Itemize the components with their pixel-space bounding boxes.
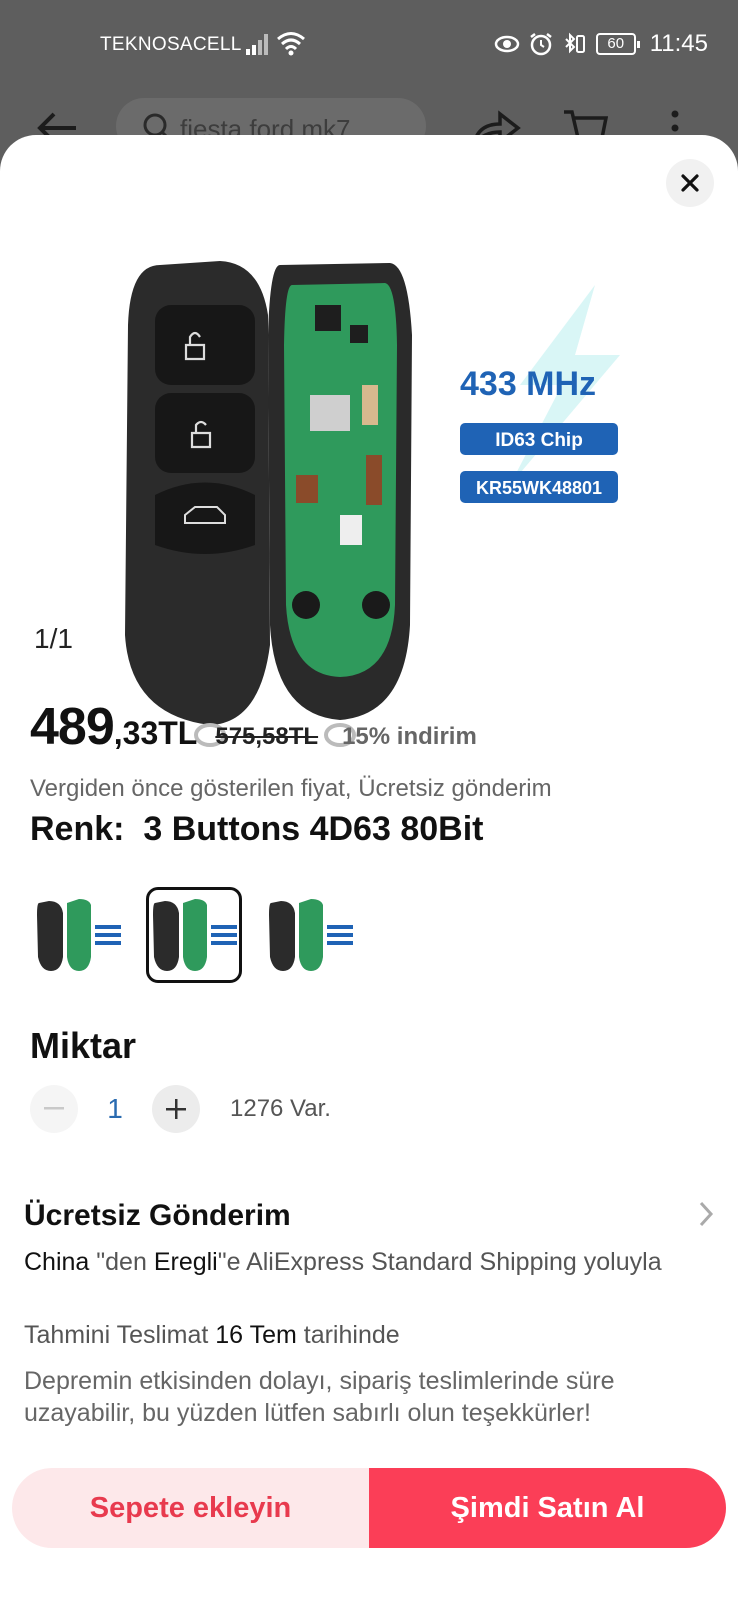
sku-selector-sheet: 433 MHz ID63 Chip KR55WK48801 1/1 489 ,3… (0, 135, 738, 1600)
delivery-date: 16 Tem (215, 1321, 297, 1349)
quantity-value[interactable]: 1 (78, 1093, 152, 1125)
shipping-sep-2: "e AliExpress Standard Shipping yoluyla (217, 1248, 662, 1276)
chip-label: ID63 Chip (495, 430, 583, 451)
battery-level: 60 (607, 35, 625, 52)
stock-count: 1276 Var. (230, 1095, 331, 1122)
delivery-suffix: tarihinde (296, 1321, 400, 1349)
plus-icon (166, 1099, 186, 1119)
minus-icon (44, 1107, 64, 1110)
variant-options (30, 887, 358, 983)
variant-thumbnail (269, 899, 353, 971)
quantity-title: Miktar (30, 1025, 137, 1066)
variant-option-2[interactable] (146, 887, 242, 983)
close-button[interactable] (666, 159, 714, 207)
original-price: 575,58TL (215, 723, 319, 750)
chevron-right-icon[interactable] (696, 1199, 716, 1229)
color-value: 3 Buttons 4D63 80Bit (143, 810, 484, 848)
delivery-prefix: Tahmini Teslimat (24, 1321, 216, 1349)
tax-note: Vergiden önce gösterilen fiyat, Ücretsiz… (30, 775, 552, 802)
quantity-stepper: 1 1276 Var. (30, 1085, 331, 1133)
frequency-label: 433 MHz (460, 365, 596, 403)
shipping-title[interactable]: Ücretsiz Gönderim (24, 1199, 291, 1233)
add-to-cart-button[interactable]: Sepete ekleyin (12, 1468, 369, 1548)
clock: 11:45 (649, 30, 708, 57)
selected-color: Renk: 3 Buttons 4D63 80Bit (30, 810, 483, 849)
discount-badge: 15% indirim (342, 723, 477, 750)
close-icon (681, 174, 699, 192)
color-label: Renk: (30, 810, 125, 848)
variant-thumbnail (153, 899, 237, 971)
wifi-icon (277, 32, 305, 56)
delivery-estimate: Tahmini Teslimat 16 Tem tarihinde (24, 1321, 400, 1350)
delay-notice: Depremin etkisinden dolayı, sipariş tesl… (24, 1367, 615, 1427)
status-bar: TEKNOSACELL 60 11:45 (0, 0, 738, 92)
carrier-name: TEKNOSACELL (100, 34, 242, 55)
decrease-quantity-button[interactable] (30, 1085, 78, 1133)
model-label: KR55WK48801 (476, 478, 602, 498)
variant-option-3[interactable] (262, 887, 358, 983)
shipping-route: China "den Eregli"e AliExpress Standard … (24, 1247, 674, 1278)
bluetooth-vibrate-icon (565, 32, 585, 54)
increase-quantity-button[interactable] (152, 1085, 200, 1133)
price-decimal: ,33TL (113, 715, 198, 751)
variant-thumbnail (37, 899, 121, 971)
variant-option-1[interactable] (30, 887, 126, 983)
image-counter: 1/1 (34, 623, 73, 654)
price-row: 489 ,33TL 575,58TL 15% indirim (30, 697, 477, 757)
eye-icon (494, 35, 519, 53)
action-bar: Sepete ekleyin Şimdi Satın Al (12, 1468, 726, 1548)
alarm-icon (529, 33, 552, 56)
shipping-destination: Eregli (153, 1248, 218, 1276)
shipping-sep-1: "den (89, 1248, 154, 1276)
battery-icon: 60 (595, 33, 640, 55)
signal-icon (246, 34, 268, 55)
shipping-origin: China (24, 1248, 90, 1276)
price-integer: 489 (30, 698, 115, 756)
buy-now-button[interactable]: Şimdi Satın Al (369, 1468, 726, 1548)
